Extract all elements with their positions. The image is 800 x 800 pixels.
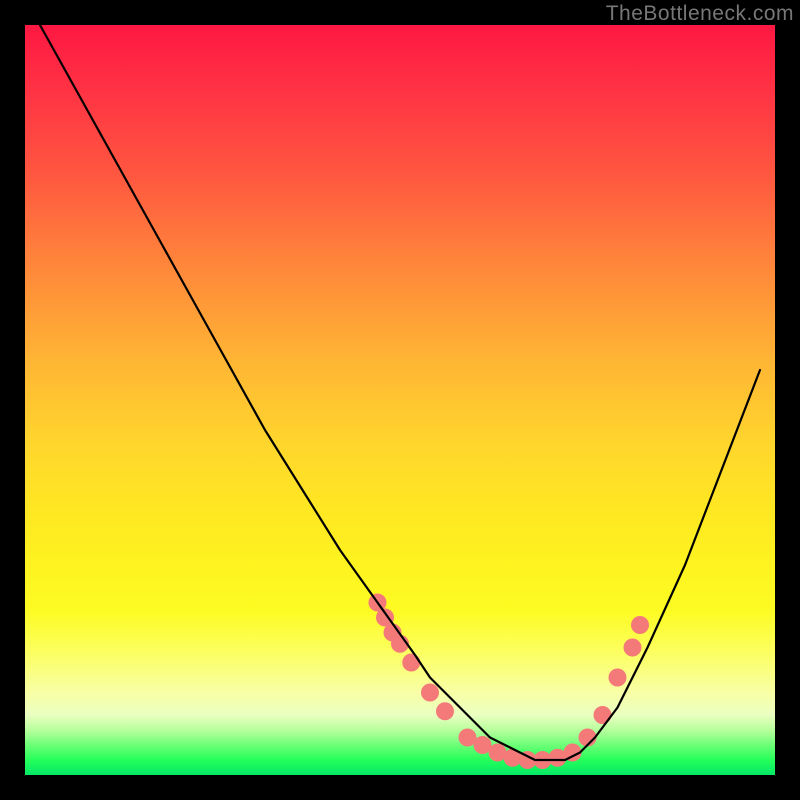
highlight-dot [609, 669, 627, 687]
chart-frame: TheBottleneck.com [0, 0, 800, 800]
watermark-text: TheBottleneck.com [606, 2, 794, 26]
highlight-dot [436, 702, 454, 720]
highlight-dot [631, 616, 649, 634]
highlight-dot [421, 684, 439, 702]
marker-dots-group [369, 594, 650, 770]
highlight-dot [624, 639, 642, 657]
highlight-dot [594, 706, 612, 724]
highlight-dot [402, 654, 420, 672]
chart-svg [25, 25, 775, 775]
